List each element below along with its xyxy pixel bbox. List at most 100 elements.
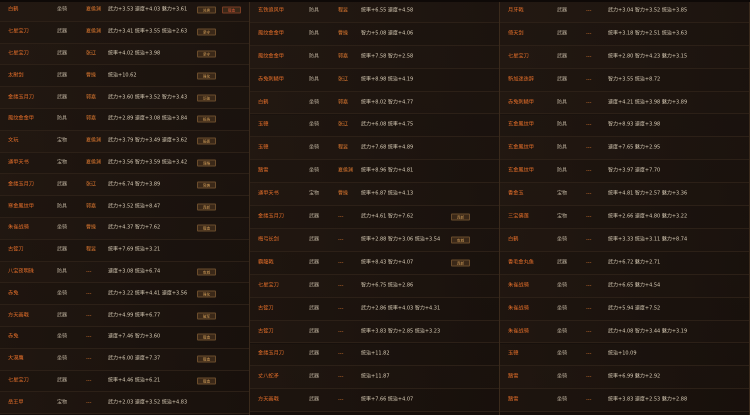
equipment-row[interactable]: 玄铁追风甲 防具 程昱 统率+6.55 速度+4.58 [250, 0, 499, 23]
skill-tag[interactable]: 锻造 [222, 6, 241, 14]
skill-tag[interactable]: 突袭 [197, 181, 216, 189]
equipment-row[interactable]: 岳王甲 宝物 --- 武力+2.03 速度+3.52 统治+4.83 [0, 392, 249, 415]
equipment-stats: 统率+7.58 智力+2.58 [361, 53, 414, 60]
equipment-row[interactable]: 踏雪 坐骑 --- 统率+3.83 速度+2.53 魅力+2.88 [500, 389, 749, 413]
equipment-type: 防具 [57, 268, 68, 275]
equipment-row[interactable]: 方天画戟 武器 --- 武力+4.99 统率+6.77 破军 [0, 305, 249, 327]
equipment-row[interactable]: 大漠鹰 坐骑 --- 武力+6.00 速度+7.37 锻造 [0, 348, 249, 371]
equipped-general: 郭嘉 [86, 94, 97, 101]
equipment-row[interactable]: 文玩 宝物 夏侯渊 武力+3.79 智力+3.49 速度+3.62 砥砺 [0, 130, 249, 153]
equipment-row[interactable]: 倚天剑 武器 --- 统率+3.18 智力+2.51 统治+3.63 [500, 22, 749, 46]
equipped-general: --- [586, 373, 592, 380]
equipment-row[interactable]: 白鹤 坐骑 --- 统率+3.33 统治+3.11 魅力+8.74 [500, 229, 749, 252]
skill-tag[interactable]: 识破 [197, 94, 216, 102]
equipment-row[interactable]: 白鹤 坐骑 夏侯渊 武力+3.53 速度+4.03 魅力+3.61 兑换 锻造 [0, 0, 249, 22]
skill-tag[interactable]: 攻城 [197, 268, 216, 276]
equipment-row[interactable]: 鳳纹金金甲 防具 郭嘉 统率+7.58 智力+2.58 [250, 45, 499, 69]
equipment-stats: 智力+3.55 统治+8.72 [608, 76, 661, 83]
equipment-row[interactable]: 玉骢 坐骑 --- 统治+10.09 [500, 343, 749, 367]
equipment-name: 七星宝刀 [8, 50, 29, 57]
equipment-row[interactable]: 朱雀战骑 坐骑 --- 武力+6.65 魅力+4.54 [500, 274, 749, 298]
equipment-row[interactable]: 赤兔 坐骑 --- 武力+3.22 统率+4.41 速度+3.56 强化 [0, 283, 249, 306]
skill-tag[interactable]: 连斩 [451, 213, 470, 221]
skill-tag[interactable]: 坚守 [197, 28, 216, 36]
skill-tag[interactable]: 破军 [197, 312, 216, 320]
equipment-row[interactable]: 金缕玉月刀 武器 --- 武力+4.61 智力+7.62 连斩 [250, 206, 499, 229]
equipment-stats: 统率+6.99 魅力+2.92 [608, 373, 661, 380]
equipment-row[interactable]: 寒金鳳纹甲 防具 郭嘉 武力+3.52 统治+8.47 连斩 [0, 196, 249, 218]
equipment-name: 八宝夜明珠 [8, 268, 34, 275]
equipment-name: 白鹤 [258, 98, 269, 105]
equipment-type: 坐骑 [557, 282, 568, 289]
equipment-row[interactable]: 朱雀战骑 坐骑 曹操 武力+4.37 智力+7.62 锻造 [0, 218, 249, 240]
equipment-row[interactable]: 香毛金丸鱼 武器 --- 武力+6.72 魅力+2.71 [500, 251, 749, 275]
skill-tag[interactable]: 强化 [197, 72, 216, 80]
equipment-row[interactable]: 七星宝刀 武器 夏侯渊 武力+3.41 统率+3.55 统治+2.63 坚守 [0, 21, 249, 44]
equipment-row[interactable]: 香金玉 宝物 --- 统率+4.81 智力+2.57 魅力+3.36 [500, 183, 749, 207]
equipment-row[interactable]: 三宝佛莲 宝物 --- 统率+2.66 速度+4.80 魅力+3.22 [500, 206, 749, 229]
skill-tag[interactable]: 谋略 [197, 159, 216, 167]
equipment-row[interactable]: 金缕玉月刀 武器 张辽 武力+6.74 智力+3.89 突袭 [0, 174, 249, 197]
equipment-type: 坐骑 [557, 236, 568, 243]
equipment-stats: 速度+3.08 统治+6.74 [108, 268, 161, 275]
equipment-stats: 统治+11.82 [361, 350, 390, 357]
equipment-row[interactable]: 金缕玉月刀 武器 --- 统治+11.82 [250, 343, 499, 367]
skill-tag[interactable]: 连斩 [451, 259, 470, 267]
skill-tag[interactable]: 坚守 [197, 50, 216, 58]
equipment-row[interactable]: 朱雀战骑 坐骑 --- 武力+4.08 智力+3.44 魅力+3.19 [500, 320, 749, 344]
equipment-row[interactable]: 古锭刀 武器 --- 统率+3.83 智力+2.85 统治+3.23 [250, 320, 499, 344]
equipment-row[interactable]: 方天画戟 武器 --- 统率+7.66 统治+4.07 [250, 389, 499, 413]
equipment-row[interactable]: 七星宝刀 武器 张辽 统率+4.02 统治+3.98 坚守 [0, 43, 249, 66]
equipment-row[interactable]: 太尉剑 武器 曹操 统治+10.62 强化 [0, 65, 249, 88]
equipment-row[interactable]: 白鹤 坐骑 郭嘉 统率+8.02 智力+4.77 [250, 91, 499, 115]
equipment-row[interactable]: 赤兔刺鳞甲 防具 --- 速度+4.21 统治+3.98 魅力+3.89 [500, 91, 749, 115]
equipment-row[interactable]: 七星宝刀 武器 --- 统率+2.80 智力+4.23 魅力+3.15 [500, 45, 749, 69]
equipment-stats: 武力+2.03 速度+3.52 统治+4.83 [108, 399, 188, 406]
equipped-general: 程昱 [338, 7, 349, 14]
equipment-row[interactable]: 鳳纹金金甲 防具 郭嘉 武力+2.89 速度+3.08 统治+3.84 抵挡 [0, 109, 249, 131]
skill-tag[interactable]: 锻造 [197, 355, 216, 363]
equipment-row[interactable]: 金缕玉月刀 武器 郭嘉 武力+3.60 统率+3.52 智力+3.43 识破 [0, 87, 249, 109]
skill-tag[interactable]: 强化 [197, 290, 216, 298]
equipment-row[interactable]: 丈八蛇矛 武器 --- 统治+11.87 [250, 366, 499, 390]
skill-tag[interactable]: 锻造 [197, 224, 216, 232]
equipment-row[interactable]: 踏雪 坐骑 --- 统率+6.99 魅力+2.92 [500, 366, 749, 390]
skill-tag[interactable]: 攻城 [451, 236, 470, 244]
equipment-row[interactable]: 梅弓长剑 武器 --- 统率+2.88 智力+3.06 统治+3.54 攻城 [250, 229, 499, 252]
equipment-row[interactable]: 古锭刀 武器 程昱 统率+7.69 统治+3.21 [0, 239, 249, 262]
equipment-row[interactable]: 踏雪 坐骑 夏侯渊 统率+8.96 智力+4.81 [250, 160, 499, 184]
skill-tag[interactable]: 兑换 [197, 6, 216, 14]
equipped-general: --- [586, 213, 592, 220]
equipment-row[interactable]: 鳳纹金金甲 防具 曹操 智力+5.08 速度+4.06 [250, 22, 499, 46]
equipment-row[interactable]: 霸龍戟 武器 --- 统率+8.43 智力+4.07 连斩 [250, 251, 499, 275]
equipment-row[interactable]: 八宝夜明珠 防具 --- 速度+3.08 统治+6.74 攻城 [0, 261, 249, 284]
skill-tag[interactable]: 连斩 [197, 203, 216, 211]
equipment-type: 坐骑 [57, 355, 68, 362]
equipment-column-middle: 玄铁追风甲 防具 程昱 统率+6.55 速度+4.58 鳳纹金金甲 防具 曹操 智力+5.08… [250, 0, 500, 415]
equipped-general: --- [338, 373, 344, 380]
equipment-stats: 武力+4.99 统率+6.77 [108, 312, 161, 319]
equipped-general: --- [338, 236, 344, 243]
equipment-row[interactable]: 七星宝刀 武器 --- 统率+4.46 统治+6.21 锻造 [0, 370, 249, 393]
equipment-row[interactable]: 通甲天书 宝物 夏侯渊 武力+3.56 智力+3.59 统治+3.42 谋略 [0, 152, 249, 175]
skill-tag[interactable]: 抵挡 [197, 115, 216, 123]
equipment-type: 坐骑 [557, 373, 568, 380]
equipment-row[interactable]: 朱雀战骑 坐骑 --- 武力+5.94 速度+7.52 [500, 297, 749, 321]
equipment-row[interactable]: 古锭刀 武器 --- 武力+2.86 统率+4.03 智力+4.31 [250, 297, 499, 321]
equipment-row[interactable]: 玉骢 坐骑 程昱 武力+7.68 统率+4.89 [250, 137, 499, 161]
equipment-row[interactable]: 玄金鳳纹甲 防具 --- 智力+8.93 速度+3.98 [500, 114, 749, 138]
equipment-row[interactable]: 月牙戟 武器 --- 武力+3.04 智力+3.52 统治+3.85 [500, 0, 749, 23]
equipment-row[interactable]: 新加迷迭辞 武器 --- 智力+3.55 统治+8.72 [500, 68, 749, 92]
equipment-row[interactable]: 七星宝刀 武器 --- 智力+6.75 统治+2.86 [250, 274, 499, 298]
equipment-name: 月牙戟 [508, 7, 524, 14]
skill-tag[interactable]: 砥砺 [197, 137, 216, 145]
equipment-row[interactable]: 玄金鳳纹甲 防具 --- 速度+7.65 魅力+2.95 [500, 137, 749, 161]
equipment-row[interactable]: 玄金鳳纹甲 防具 --- 智力+3.97 速度+7.70 [500, 160, 749, 184]
equipped-general: --- [338, 259, 344, 266]
equipment-row[interactable]: 通甲天书 宝物 曹操 统率+6.87 统治+4.13 [250, 183, 499, 207]
skill-tag[interactable]: 锻造 [197, 333, 216, 341]
equipment-row[interactable]: 玉骢 坐骑 张辽 武力+6.08 统率+4.75 [250, 114, 499, 138]
equipment-row[interactable]: 赤兔 坐骑 --- 速度+7.46 智力+3.60 锻造 [0, 327, 249, 349]
equipment-row[interactable]: 赤兔刺鳞甲 防具 张辽 统率+8.98 统治+4.19 [250, 68, 499, 92]
skill-tag[interactable]: 锻造 [197, 377, 216, 385]
